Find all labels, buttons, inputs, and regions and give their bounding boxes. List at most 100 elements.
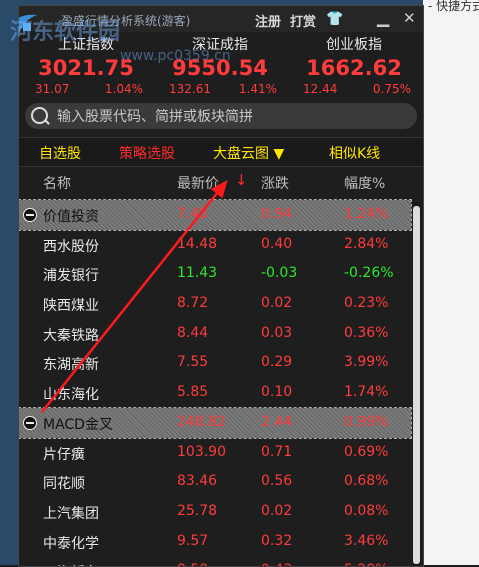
stock-percent: 3.46% [344,532,389,549]
stock-percent: 0.36% [344,324,389,341]
stock-price: 25.78 [177,502,218,519]
stock-change: 0.02 [261,502,293,519]
stock-change: 0.40 [261,235,293,252]
stock-percent: 0.69% [344,443,389,460]
group-price: 248.82 [177,413,226,430]
index-shanghai[interactable]: 上证指数 3021.75 31.07 1.04% [19,32,153,102]
index-change: 132.61 [169,82,211,96]
stock-price: 8.72 [177,295,209,312]
column-price[interactable]: 最新价 [177,173,219,193]
stock-change: 0.10 [261,384,293,401]
stock-row[interactable]: 山东海化 5.85 0.10 1.74% [19,378,411,408]
group-percent: 0.99% [344,413,389,430]
desktop-shortcut-label: - 快捷方式 [428,0,479,13]
stock-percent: 0.23% [344,295,389,312]
stock-price: 103.90 [177,443,226,460]
group-change: 0.94 [261,206,293,222]
tab-strategy-picker[interactable]: 策略选股 [119,143,175,163]
tab-bar: 自选股 策略选股 大盘云图 ▼ 相似K线 [19,137,423,167]
desktop-panel [423,0,479,565]
stock-row[interactable]: 片仔癀 103.90 0.71 0.69% [19,438,411,468]
stock-change: 0.56 [261,473,293,490]
close-button[interactable]: ✕ [403,9,416,27]
search-bar[interactable] [25,103,417,129]
stock-row[interactable]: 大秦铁路 8.44 0.03 0.36% [19,319,411,349]
minimize-button[interactable]: ▁ [377,8,389,27]
index-name: 创业板指 [326,37,382,53]
stock-percent: 2.84% [344,235,389,252]
search-input[interactable] [55,106,409,128]
stock-name: 陕西煤业 [43,298,99,315]
index-change: 31.07 [35,82,70,96]
group-name: 价值投资 [43,209,99,225]
group-change: 2.44 [261,413,293,430]
app-window: 盈盛行情分析系统(游客) 注册 打赏 👕 ▁ ✕ 上证指数 3021.75 31… [18,5,424,567]
index-shenzhen[interactable]: 深证成指 9550.54 132.61 1.41% [153,32,287,102]
collapse-minus-icon[interactable] [23,415,37,430]
stock-row[interactable]: 陕西煤业 8.72 0.02 0.23% [19,289,411,319]
donate-button[interactable]: 打赏 [290,11,316,30]
stock-name: 西水股份 [43,238,99,255]
index-name: 深证成指 [192,37,248,53]
stock-price: 7.55 [177,354,209,371]
stock-name: 中泰化学 [43,535,99,552]
index-name: 上证指数 [58,37,114,53]
stock-percent: 0.08% [344,502,389,519]
stock-percent: 3.99% [344,354,389,371]
group-name: MACD金叉 [43,416,113,433]
index-change: 12.44 [303,82,338,96]
index-value: 9550.54 [172,56,268,80]
stock-price: 11.43 [177,265,218,282]
stock-percent: 0.68% [344,473,389,490]
stock-change: 0.32 [261,532,293,549]
group-price: 7.45 [177,206,209,222]
group-percent: 1.24% [344,206,389,222]
column-name[interactable]: 名称 [43,173,71,193]
search-icon [31,107,48,124]
register-button[interactable]: 注册 [255,11,281,30]
index-percent: 1.04% [104,82,143,96]
collapse-minus-icon[interactable] [23,208,37,222]
stock-row[interactable]: 浦发银行 11.43 -0.03 -0.26% [19,259,411,289]
stock-row[interactable]: 东湖高新 7.55 0.29 3.99% [19,348,411,378]
stock-name: 浦发银行 [43,268,99,285]
column-percent[interactable]: 幅度% [344,173,385,193]
index-value: 3021.75 [38,56,134,80]
index-percent: 1.41% [238,82,277,96]
stock-list: 价值投资 7.45 0.94 1.24% 西水股份 14.48 0.40 2.84% 浦… [19,199,412,566]
index-percent: 0.75% [372,82,411,96]
group-row[interactable]: MACD金叉 248.82 2.44 0.99% [19,406,412,439]
sort-down-icon: ↓ [235,171,248,189]
stock-percent: -0.26% [344,265,394,282]
stock-price: 83.46 [177,473,218,490]
stock-change: -0.03 [261,265,298,282]
stock-change: 0.71 [261,443,293,460]
stock-row[interactable]: 中泰化学 9.57 0.32 3.46% [19,527,411,557]
stock-name: 山东海化 [43,387,99,404]
title-bar[interactable]: 盈盛行情分析系统(游客) 注册 打赏 👕 ▁ ✕ [19,6,423,33]
stock-name: 片仔癀 [43,446,85,463]
stock-row[interactable]: 同花顺 83.46 0.56 0.68% [19,467,411,497]
group-row[interactable]: 价值投资 7.45 0.94 1.24% [19,199,412,231]
skin-shirt-icon[interactable]: 👕 [326,11,343,27]
stock-row[interactable]: 一汽轿车8.580.435.28% [19,556,411,566]
stock-row[interactable]: 上汽集团 25.78 0.02 0.08% [19,497,411,527]
stock-price: 8.44 [177,324,209,341]
stock-name: 大秦铁路 [43,327,99,344]
tab-watchlist[interactable]: 自选股 [39,143,81,163]
vertical-scrollbar[interactable] [412,202,421,566]
stock-change: 0.29 [261,354,293,371]
stock-price: 9.57 [177,532,209,549]
tab-similar-kline[interactable]: 相似K线 [329,143,380,163]
scrollbar-thumb[interactable] [413,206,420,564]
column-change[interactable]: 涨跌 [261,173,289,193]
stock-name: 上汽集团 [43,505,99,522]
window-title: 盈盛行情分析系统(游客) [61,14,191,28]
stock-price: 14.48 [177,235,218,252]
index-chinext[interactable]: 创业板指 1662.62 12.44 0.75% [287,32,421,102]
stock-percent: 1.74% [344,384,389,401]
stock-name: 东湖高新 [43,357,99,374]
stock-change: 0.02 [261,295,293,312]
stock-row[interactable]: 西水股份 14.48 0.40 2.84% [19,230,411,260]
tab-market-cloud[interactable]: 大盘云图 ▼ [213,143,284,163]
